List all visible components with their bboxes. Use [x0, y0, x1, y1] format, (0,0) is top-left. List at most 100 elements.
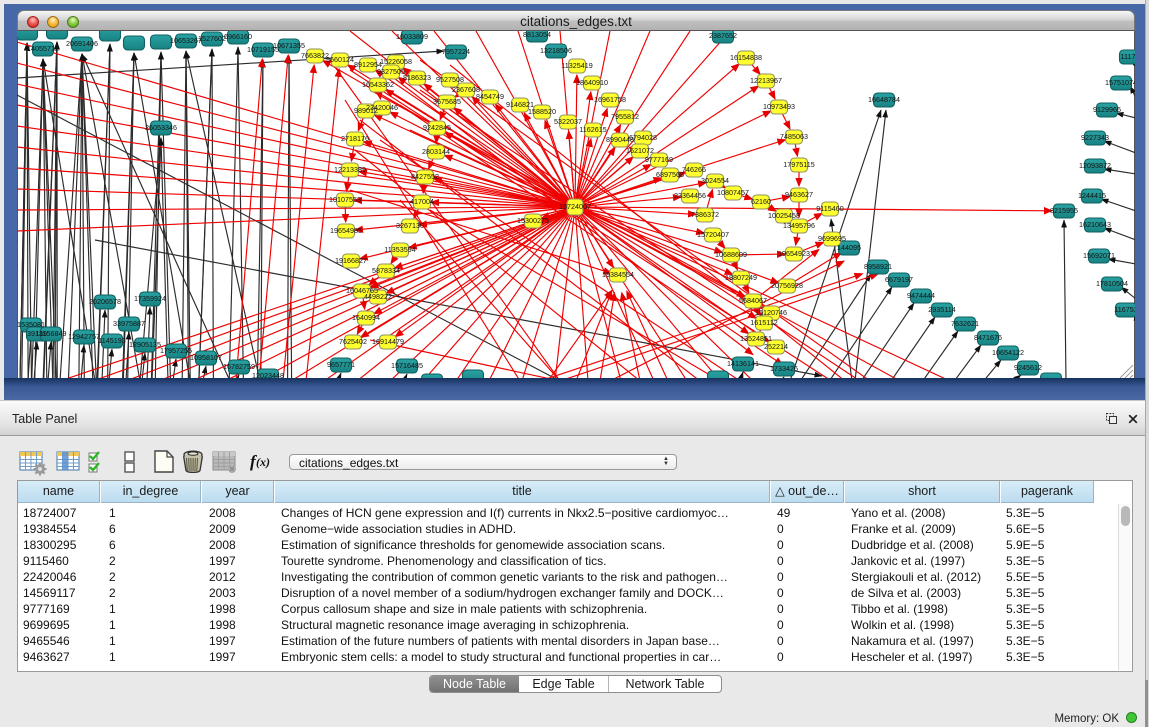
svg-text:19654923: 19654923 — [778, 249, 810, 258]
svg-text:20756928: 20756928 — [771, 281, 803, 290]
svg-text:12905135: 12905135 — [129, 340, 161, 349]
svg-text:16543362: 16543362 — [362, 80, 394, 89]
svg-text:252214: 252214 — [764, 342, 788, 351]
svg-text:7632621: 7632621 — [951, 319, 979, 328]
svg-text:16782759: 16782759 — [223, 362, 255, 371]
svg-text:1244415: 1244415 — [1078, 191, 1106, 200]
svg-text:2387652: 2387652 — [709, 31, 737, 40]
svg-text:12213967: 12213967 — [750, 76, 782, 85]
svg-text:3675685: 3675685 — [433, 97, 461, 106]
svg-text:12942757: 12942757 — [68, 332, 100, 341]
svg-text:10654122: 10654122 — [992, 348, 1024, 357]
svg-text:20691406: 20691406 — [66, 39, 98, 48]
svg-text:9242845: 9242845 — [423, 123, 451, 132]
svg-text:8454749: 8454749 — [476, 92, 504, 101]
svg-text:1621072: 1621072 — [626, 146, 654, 155]
svg-text:16648784: 16648784 — [868, 95, 900, 104]
svg-text:23364456: 23364456 — [674, 191, 706, 200]
svg-text:13218506: 13218506 — [540, 46, 572, 55]
svg-text:1588520: 1588520 — [528, 107, 556, 116]
svg-text:7625402: 7625402 — [339, 337, 367, 346]
svg-text:10671355: 10671355 — [273, 41, 305, 50]
svg-text:16961758: 16961758 — [594, 95, 626, 104]
svg-text:989012: 989012 — [354, 106, 378, 115]
svg-text:1527602: 1527602 — [198, 34, 226, 43]
svg-text:17359924: 17359924 — [134, 294, 166, 303]
svg-text:15300275: 15300275 — [517, 216, 549, 225]
svg-text:20206578: 20206578 — [89, 297, 121, 306]
svg-text:16120746: 16120746 — [755, 308, 787, 317]
svg-text:9463627: 9463627 — [785, 190, 813, 199]
svg-text:18724007: 18724007 — [559, 202, 591, 211]
svg-text:16210643: 16210643 — [1079, 220, 1111, 229]
svg-text:11325419: 11325419 — [561, 61, 592, 70]
svg-text:11353594: 11353594 — [384, 245, 415, 254]
svg-text:14055712: 14055712 — [27, 44, 59, 53]
svg-text:8958921: 8958921 — [864, 262, 892, 271]
svg-text:144095: 144095 — [837, 243, 861, 252]
svg-text:16914479: 16914479 — [372, 337, 404, 346]
svg-text:15716485: 15716485 — [391, 361, 423, 370]
svg-text:15720407: 15720407 — [697, 230, 729, 239]
svg-text:8427552: 8427552 — [411, 172, 439, 181]
svg-text:1640994: 1640994 — [352, 313, 380, 322]
svg-text:8813054: 8813054 — [523, 31, 551, 39]
svg-text:417004: 417004 — [410, 197, 434, 206]
svg-text:17975115: 17975115 — [783, 160, 814, 169]
svg-text:2718176: 2718176 — [341, 134, 369, 143]
svg-text:16154838: 16154838 — [730, 53, 762, 62]
svg-text:9245612: 9245612 — [1014, 363, 1042, 372]
svg-text:13495796: 13495796 — [783, 221, 815, 230]
svg-text:10688609: 10688609 — [715, 250, 747, 259]
svg-text:62160: 62160 — [751, 197, 771, 206]
svg-text:2935114: 2935114 — [928, 305, 955, 314]
svg-text:7955812: 7955812 — [611, 112, 639, 121]
svg-text:3024554: 3024554 — [701, 176, 729, 185]
svg-text:(x): (x) — [256, 455, 270, 469]
svg-text:9115460: 9115460 — [816, 204, 843, 213]
svg-text:17810504: 17810504 — [1096, 279, 1128, 288]
svg-text:9327505: 9327505 — [377, 67, 405, 76]
svg-text:1615112: 1615112 — [750, 318, 777, 327]
svg-text:19166827: 19166827 — [335, 256, 367, 265]
svg-text:15226058: 15226058 — [380, 57, 412, 66]
svg-text:8186323: 8186323 — [403, 73, 431, 82]
svg-text:17957255: 17957255 — [160, 346, 192, 355]
svg-text:18640910: 18640910 — [576, 78, 608, 87]
svg-text:6679197: 6679197 — [885, 275, 913, 284]
svg-text:9699695: 9699695 — [818, 234, 846, 243]
svg-text:6794028: 6794028 — [629, 133, 657, 142]
svg-text:10973493: 10973493 — [763, 102, 795, 111]
svg-text:15692071: 15692071 — [1083, 251, 1115, 260]
svg-text:12213389: 12213389 — [334, 165, 366, 174]
svg-text:1162615: 1162615 — [579, 125, 606, 134]
svg-text:33975887: 33975887 — [113, 319, 145, 328]
svg-text:10958107: 10958107 — [190, 353, 222, 362]
svg-text:9474444: 9474444 — [907, 291, 935, 300]
svg-text:11156849: 11156849 — [36, 329, 67, 338]
svg-text:8215955: 8215955 — [1050, 206, 1078, 215]
svg-text:10807457: 10807457 — [717, 188, 749, 197]
svg-text:746266: 746266 — [682, 165, 706, 174]
svg-text:9777169: 9777169 — [645, 155, 673, 164]
svg-text:6966160: 6966160 — [224, 32, 252, 41]
svg-text:7485063: 7485063 — [780, 132, 808, 141]
svg-text:9657771: 9657771 — [327, 360, 355, 369]
svg-text:7663822: 7663822 — [301, 51, 329, 60]
svg-text:9129966: 9129966 — [1093, 105, 1121, 114]
svg-text:9527508: 9527508 — [436, 75, 464, 84]
svg-text:26053346: 26053346 — [145, 123, 177, 132]
svg-text:12093872: 12093872 — [1079, 161, 1111, 170]
svg-text:14136141: 14136141 — [727, 359, 759, 368]
svg-text:19384554: 19384554 — [602, 270, 634, 279]
svg-text:19654985: 19654985 — [330, 226, 362, 235]
svg-text:10107553: 10107553 — [329, 195, 361, 204]
svg-text:9660124: 9660124 — [326, 55, 354, 64]
svg-text:12023448: 12023448 — [252, 371, 284, 378]
svg-text:116753: 116753 — [1114, 305, 1135, 314]
svg-text:15751074: 15751074 — [1105, 78, 1135, 87]
svg-text:5684067: 5684067 — [739, 296, 767, 305]
svg-text:5878334: 5878334 — [372, 266, 400, 275]
svg-text:3267130: 3267130 — [396, 221, 424, 230]
svg-text:2803144: 2803144 — [422, 147, 450, 156]
